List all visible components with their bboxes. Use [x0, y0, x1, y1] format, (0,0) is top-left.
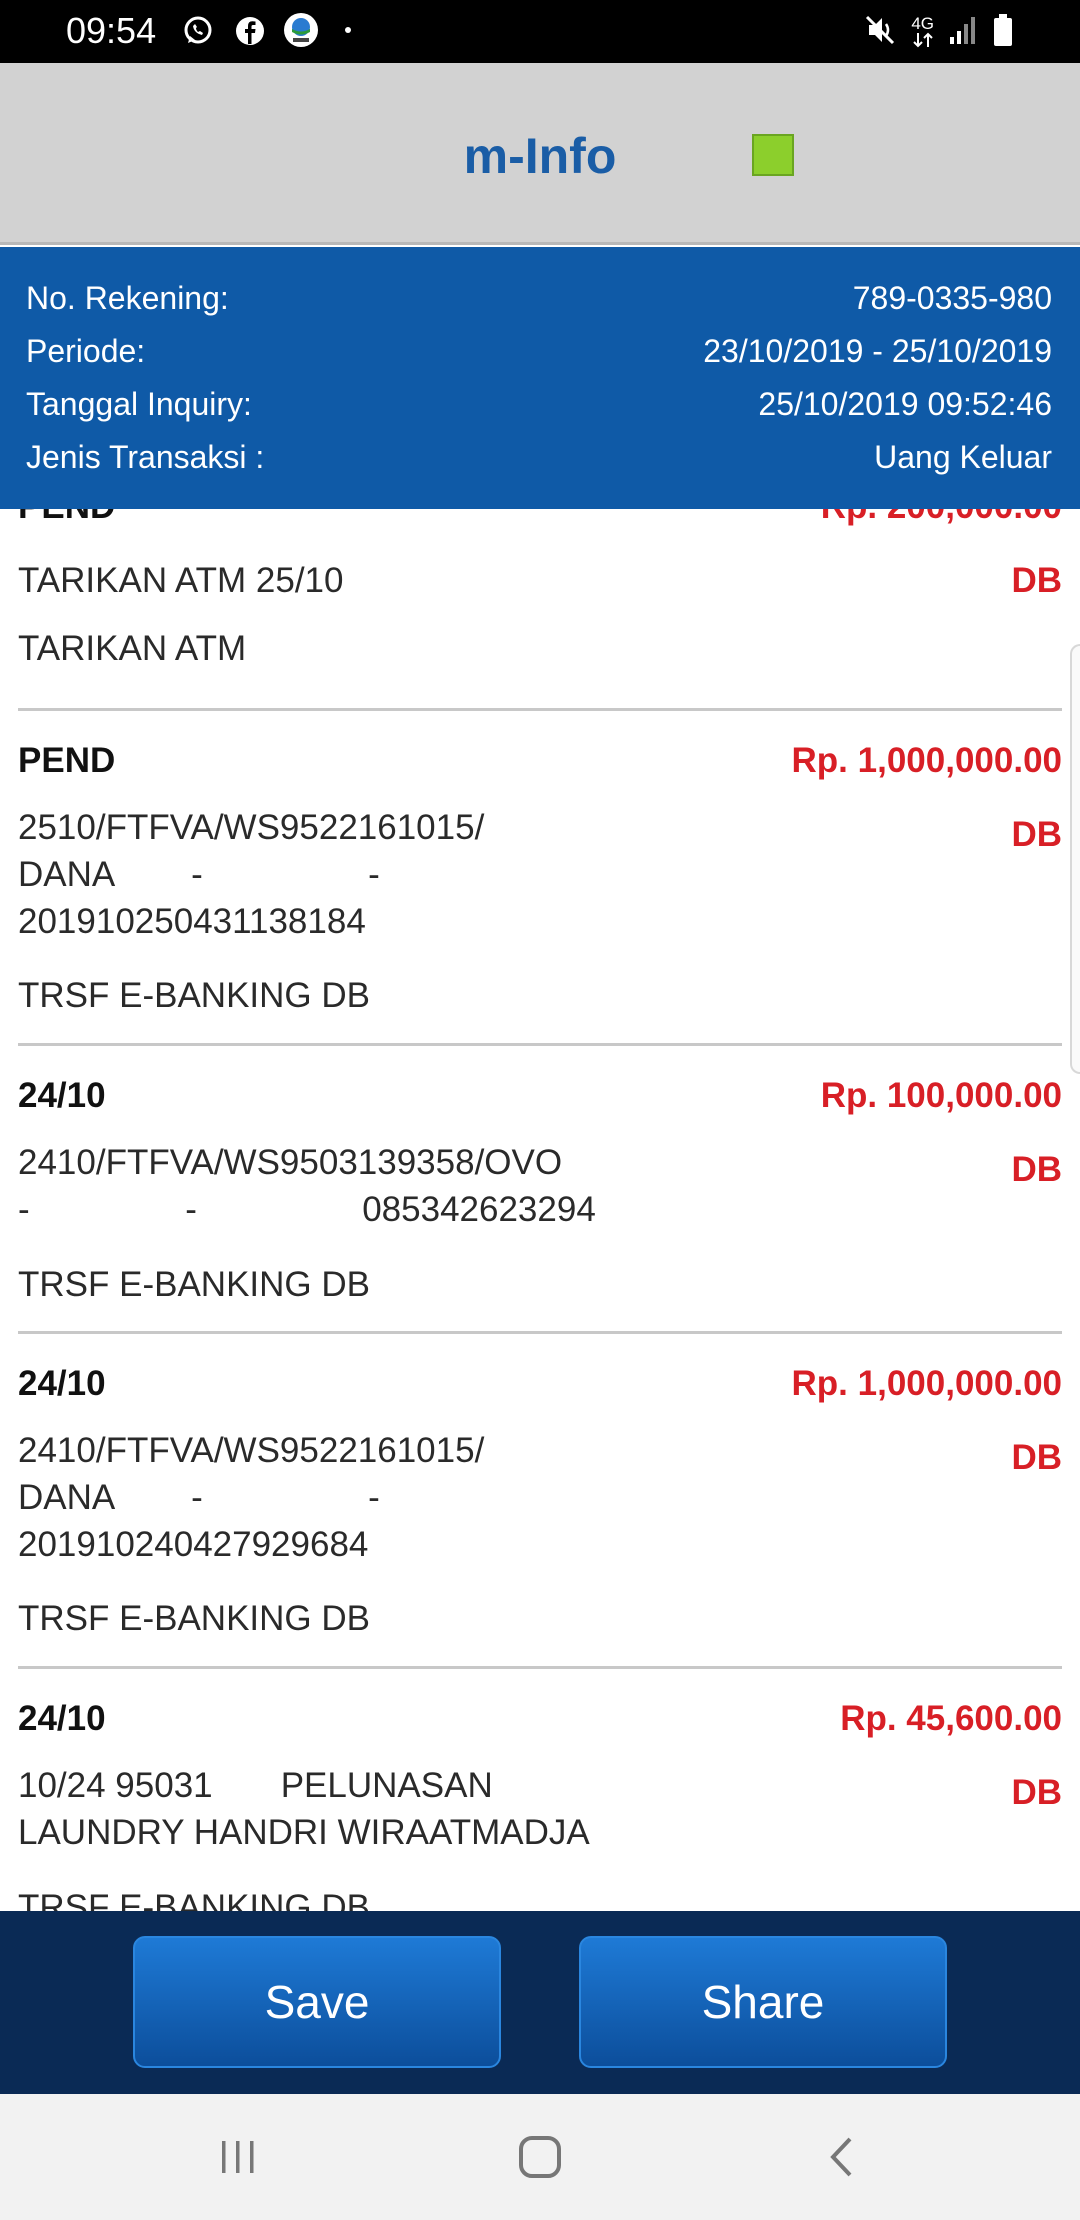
- data-arrows-icon: [912, 32, 933, 48]
- transaction-amount: Rp. 45,600.00: [840, 1699, 1062, 1738]
- account-number-value: 789-0335-980: [852, 279, 1052, 316]
- transaction-date: PEND: [18, 741, 116, 780]
- app-header: m-Info: [0, 63, 1080, 245]
- back-icon[interactable]: [812, 2132, 872, 2182]
- recent-apps-icon[interactable]: [208, 2132, 268, 2182]
- transaction-date: 24/10: [18, 1699, 106, 1738]
- transaction-type: TRSF E-BANKING DB: [18, 976, 370, 1015]
- transaction-debit-credit: DB: [1011, 1438, 1062, 1477]
- transaction-debit-credit: DB: [1011, 1773, 1062, 1812]
- save-button[interactable]: Save: [133, 1936, 501, 2068]
- transaction-debit-credit: DB: [1011, 561, 1062, 600]
- action-bar: Save Share: [0, 1911, 1080, 2094]
- transaction-amount: Rp. 200,000.00: [821, 509, 1062, 527]
- transaction-description: TARIKAN ATM 25/10: [18, 561, 344, 600]
- transaction-date: 24/10: [18, 1364, 106, 1403]
- transaction-date: 24/10: [18, 1076, 106, 1115]
- divider: [18, 1331, 1062, 1334]
- transaction-type-label: Jenis Transaksi :: [26, 438, 265, 475]
- connection-status-indicator: [752, 134, 794, 176]
- transaction-type-value: Uang Keluar: [874, 438, 1052, 475]
- network-label: 4G: [911, 14, 934, 33]
- divider: [18, 1666, 1062, 1669]
- transaction-type: TRSF E-BANKING DB: [18, 1599, 370, 1638]
- period-value: 23/10/2019 - 25/10/2019: [703, 332, 1052, 369]
- home-icon[interactable]: [510, 2132, 570, 2182]
- transaction-description: 2410/FTFVA/WS9522161015/ DANA - - 201910…: [18, 1431, 485, 1564]
- status-icons-right: 4G: [865, 10, 1014, 54]
- period-label: Periode:: [26, 332, 146, 369]
- notification-dot: [345, 27, 351, 33]
- bmkg-icon: [283, 12, 319, 48]
- info-row-account: No. Rekening: 789-0335-980: [26, 272, 1052, 324]
- transaction-description: 2510/FTFVA/WS9522161015/ DANA - - 201910…: [18, 808, 485, 941]
- network-indicator: 4G: [911, 14, 934, 48]
- transaction-date: PEND: [18, 509, 115, 527]
- scroll-handle[interactable]: [1070, 644, 1080, 1074]
- signal-icon: [948, 15, 978, 50]
- transaction-debit-credit: DB: [1011, 815, 1062, 854]
- mute-icon: [865, 13, 897, 52]
- transaction-type: TRSF E-BANKING DB: [18, 1888, 370, 1911]
- page-title: m-Info: [463, 128, 617, 184]
- divider: [18, 708, 1062, 711]
- transaction-type: TARIKAN ATM: [18, 629, 247, 668]
- account-info-panel: No. Rekening: 789-0335-980 Periode: 23/1…: [0, 247, 1080, 509]
- share-button[interactable]: Share: [579, 1936, 947, 2068]
- transaction-description: 10/24 95031 PELUNASAN LAUNDRY HANDRI WIR…: [18, 1766, 590, 1852]
- info-row-period: Periode: 23/10/2019 - 25/10/2019: [26, 325, 1052, 377]
- transaction-debit-credit: DB: [1011, 1150, 1062, 1189]
- transaction-type: TRSF E-BANKING DB: [18, 1265, 370, 1304]
- status-bar: 09:54 4G: [0, 0, 1080, 63]
- transaction-list[interactable]: PEND Rp. 200,000.00 TARIKAN ATM 25/10 DB…: [0, 509, 1080, 1911]
- transaction-amount: Rp. 100,000.00: [820, 1076, 1062, 1115]
- facebook-icon: [233, 14, 267, 48]
- inquiry-date-label: Tanggal Inquiry:: [26, 385, 252, 422]
- info-row-transaction-type: Jenis Transaksi : Uang Keluar: [26, 431, 1052, 483]
- battery-icon: [992, 13, 1014, 52]
- inquiry-date-value: 25/10/2019 09:52:46: [758, 385, 1052, 422]
- info-row-inquiry-date: Tanggal Inquiry: 25/10/2019 09:52:46: [26, 378, 1052, 430]
- transaction-description: 2410/FTFVA/WS9503139358/OVO - - 08534262…: [18, 1143, 596, 1229]
- transaction-amount: Rp. 1,000,000.00: [791, 1364, 1062, 1403]
- account-number-label: No. Rekening:: [26, 279, 229, 316]
- system-nav-bar: [0, 2094, 1080, 2220]
- status-time: 09:54: [66, 10, 157, 51]
- whatsapp-icon: [181, 14, 215, 48]
- transaction-amount: Rp. 1,000,000.00: [791, 741, 1062, 780]
- divider: [18, 1043, 1062, 1046]
